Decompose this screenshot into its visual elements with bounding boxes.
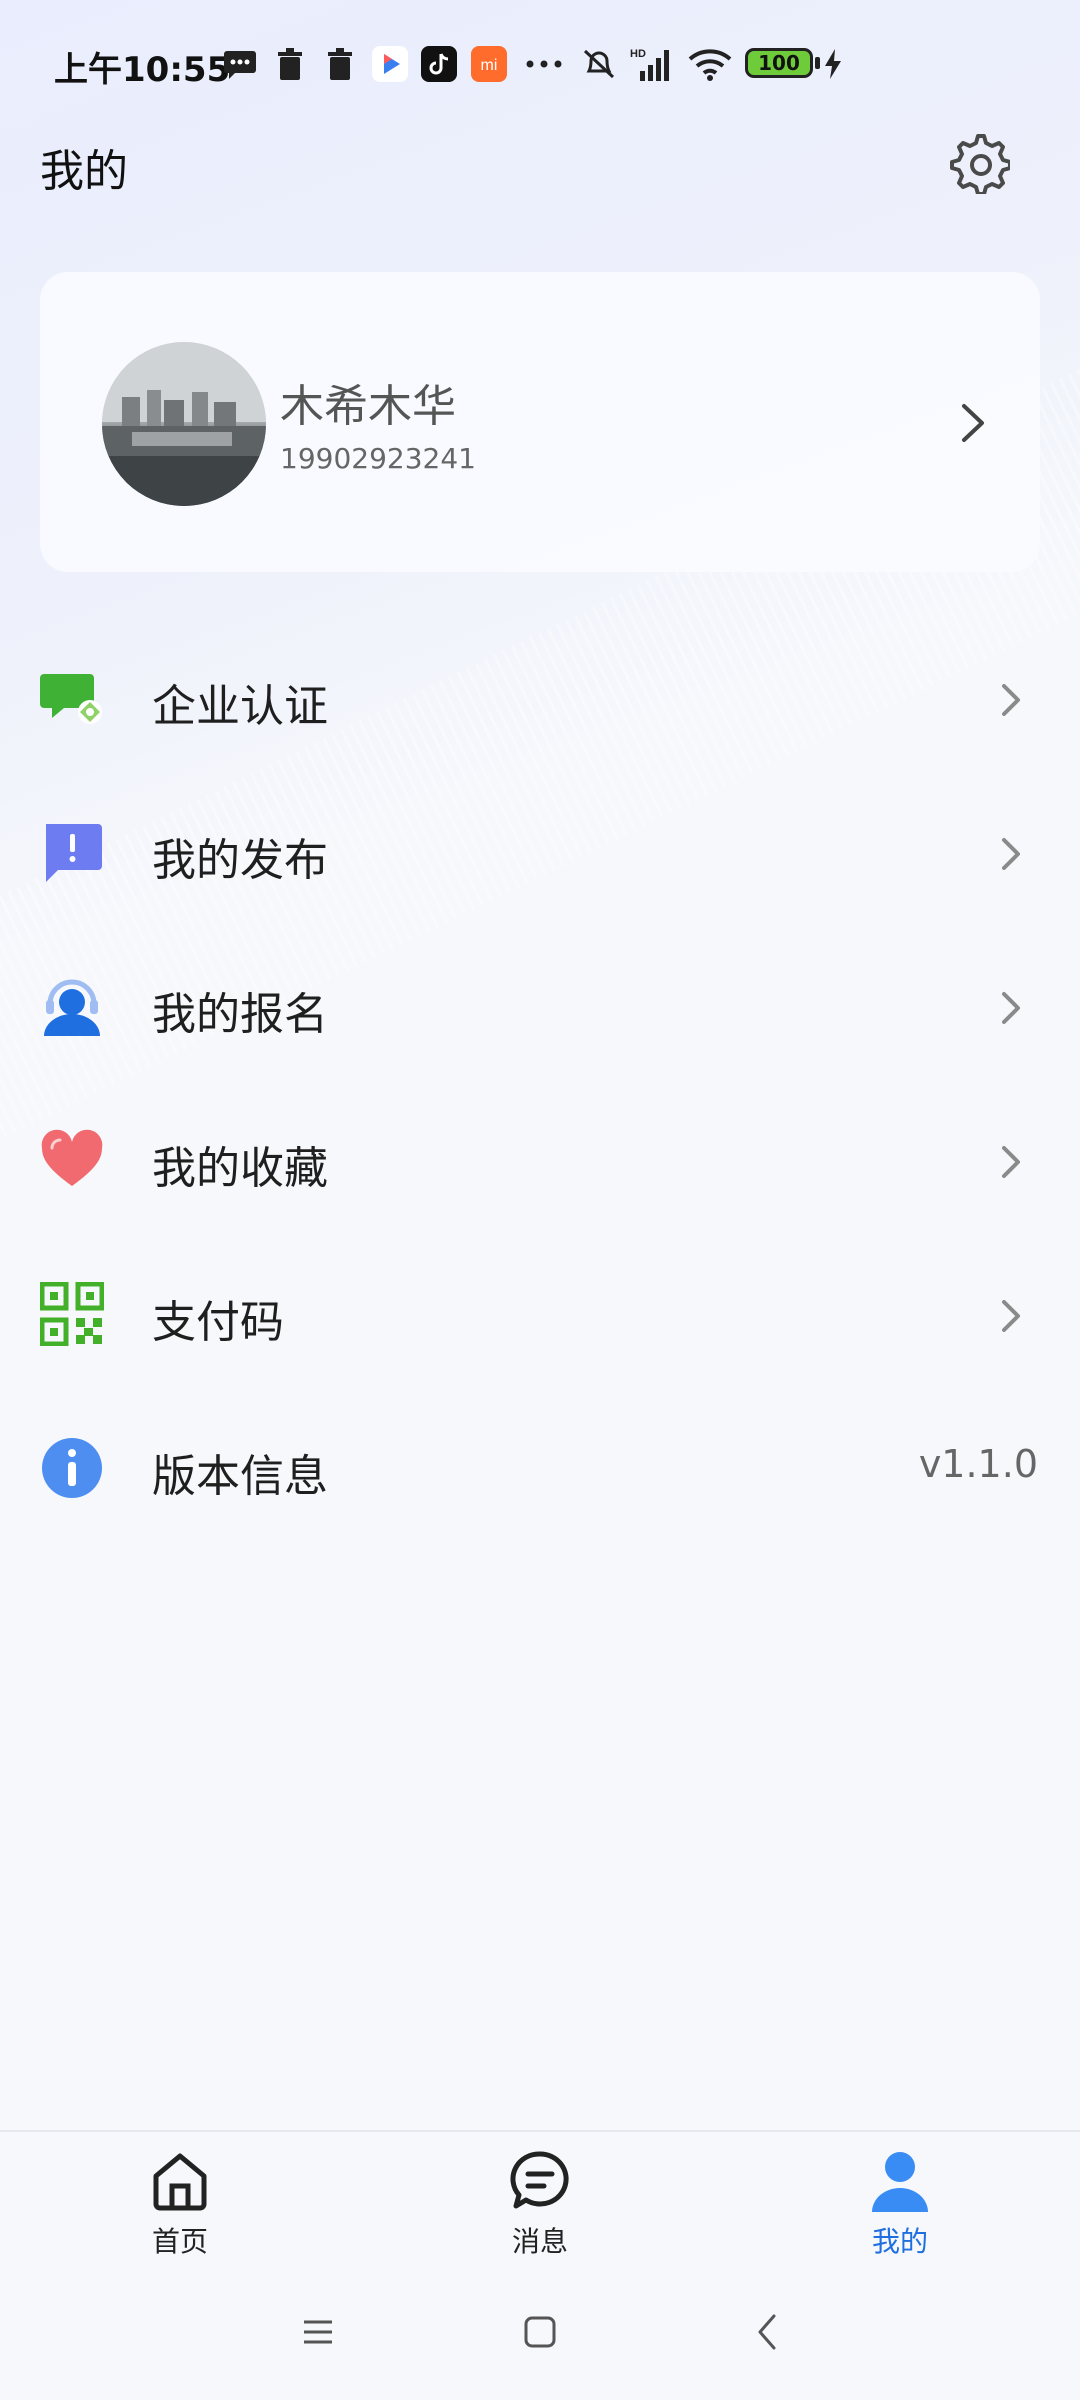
tab-label: 我的 bbox=[871, 2225, 928, 2258]
user-name: 木希木华 bbox=[280, 381, 456, 432]
status-bar: 上午10:55 mi HD 100 bbox=[0, 0, 1080, 130]
home-square-icon[interactable] bbox=[518, 2310, 562, 2354]
mi-icon: mi bbox=[471, 46, 507, 82]
system-navigation-bar bbox=[0, 2270, 1080, 2400]
my-signup-icon bbox=[40, 974, 104, 1038]
tiktok-icon bbox=[421, 46, 457, 82]
bottom-navigation: 首页 消息 我的 bbox=[0, 2130, 1080, 2272]
video-app-icon bbox=[372, 46, 408, 82]
chevron-right-icon bbox=[996, 678, 1026, 722]
back-icon[interactable] bbox=[746, 2310, 790, 2354]
mute-icon bbox=[580, 46, 618, 82]
chevron-right-icon bbox=[996, 986, 1026, 1030]
profile-card[interactable]: 木希木华 19902923241 bbox=[40, 272, 1040, 572]
home-icon bbox=[150, 2150, 210, 2212]
svg-text:mi: mi bbox=[481, 57, 498, 74]
battery-level: 100 bbox=[758, 51, 800, 75]
heart-icon bbox=[40, 1128, 104, 1192]
trash-icon bbox=[274, 46, 306, 82]
info-icon bbox=[40, 1436, 104, 1500]
menu-item-payment-code[interactable]: 支付码 bbox=[0, 1236, 1080, 1386]
gear-icon[interactable] bbox=[946, 130, 1012, 196]
chevron-right-icon bbox=[996, 1294, 1026, 1338]
trash-icon bbox=[324, 46, 356, 82]
tab-mine[interactable]: 我的 bbox=[830, 2150, 970, 2260]
charging-icon bbox=[822, 46, 844, 82]
menu-icon[interactable] bbox=[296, 2310, 340, 2354]
user-phone: 19902923241 bbox=[280, 442, 476, 475]
page-title: 我的 bbox=[40, 146, 128, 197]
tab-home[interactable]: 首页 bbox=[110, 2150, 250, 2260]
enterprise-certification-icon bbox=[40, 666, 104, 730]
menu-label: 支付码 bbox=[152, 1297, 284, 1348]
menu-item-my-publish[interactable]: 我的发布 bbox=[0, 774, 1080, 924]
wifi-icon bbox=[688, 46, 732, 82]
menu-item-enterprise-certification[interactable]: 企业认证 bbox=[0, 620, 1080, 770]
menu-label: 企业认证 bbox=[152, 681, 328, 732]
tab-label: 首页 bbox=[151, 2225, 208, 2258]
menu-item-my-favorites[interactable]: 我的收藏 bbox=[0, 1082, 1080, 1232]
menu-item-my-signup[interactable]: 我的报名 bbox=[0, 928, 1080, 1078]
person-icon bbox=[870, 2150, 930, 2212]
menu-label: 我的发布 bbox=[152, 835, 328, 886]
chevron-right-icon bbox=[996, 1140, 1026, 1184]
battery-icon: 100 bbox=[745, 48, 813, 78]
menu-item-version-info[interactable]: 版本信息 v1.1.0 bbox=[0, 1390, 1080, 1540]
tab-label: 消息 bbox=[511, 2225, 568, 2258]
chevron-right-icon bbox=[996, 832, 1026, 876]
menu-label: 我的收藏 bbox=[152, 1143, 328, 1194]
message-bubble-icon bbox=[510, 2150, 570, 2212]
battery-tip bbox=[815, 57, 820, 69]
chevron-right-icon bbox=[956, 398, 990, 448]
menu-label: 版本信息 bbox=[152, 1451, 328, 1502]
more-icon bbox=[524, 46, 564, 82]
status-time: 上午10:55 bbox=[54, 50, 231, 90]
message-icon bbox=[222, 46, 258, 82]
version-value: v1.1.0 bbox=[918, 1442, 1038, 1486]
hd-signal-icon: HD bbox=[630, 46, 672, 82]
avatar bbox=[102, 342, 266, 506]
qr-code-icon bbox=[39, 1281, 105, 1347]
my-publish-icon bbox=[40, 820, 104, 884]
menu-label: 我的报名 bbox=[152, 989, 328, 1040]
svg-text:HD: HD bbox=[630, 48, 646, 60]
tab-messages[interactable]: 消息 bbox=[470, 2150, 610, 2260]
